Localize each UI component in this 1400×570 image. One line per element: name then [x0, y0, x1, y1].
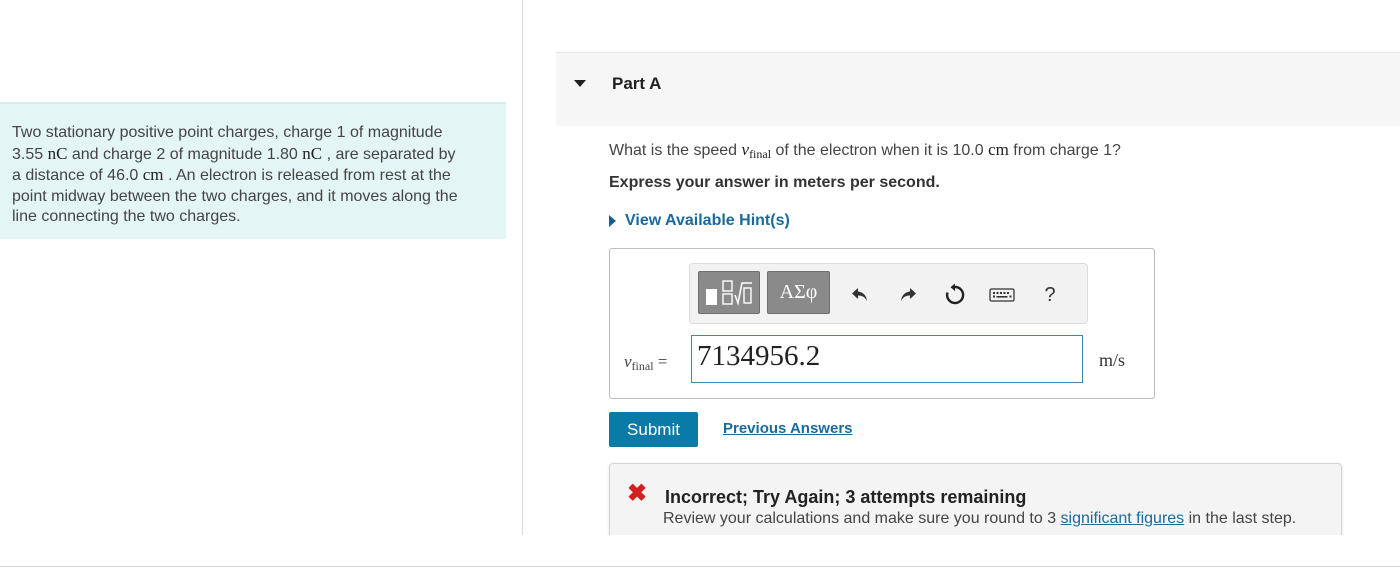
unit-nc: nC	[47, 143, 68, 163]
significant-figures-link[interactable]: significant figures	[1061, 510, 1185, 527]
help-button[interactable]: ?	[1037, 282, 1063, 308]
question-segment: What is the speed	[609, 142, 742, 159]
question-text: What is the speed vfinal of the electron…	[609, 140, 1121, 162]
unit-cm: cm	[988, 140, 1009, 159]
view-hints-link[interactable]: View Available Hint(s)	[609, 212, 790, 230]
variable-symbol: v	[624, 352, 632, 371]
error-x-icon: ✖	[627, 480, 648, 507]
problem-text: 46.0	[107, 167, 139, 184]
part-header[interactable]: Part A	[556, 52, 1400, 126]
redo-icon[interactable]	[895, 282, 921, 308]
problem-text: . An electron is released from rest at t…	[163, 167, 451, 184]
panel-divider	[522, 0, 523, 535]
unit-cm: cm	[142, 165, 164, 184]
greek-symbols-button[interactable]: ΑΣφ	[767, 271, 830, 314]
caret-right-icon	[609, 215, 616, 227]
variable-subscript: final	[631, 359, 654, 373]
problem-text: , are separated by	[322, 145, 456, 163]
submit-button[interactable]: Submit	[609, 412, 698, 447]
reset-glyph	[945, 283, 965, 305]
problem-text: and charge 2 of magnitude	[67, 145, 267, 163]
answer-box: ΑΣφ ? vfinal = 7134956.2 m/s	[609, 248, 1155, 399]
previous-answers-link[interactable]: Previous Answers	[723, 420, 853, 437]
collapse-caret-icon[interactable]	[574, 80, 586, 87]
feedback-text: Review your calculations and make sure y…	[663, 510, 1061, 527]
undo-glyph	[852, 288, 867, 301]
answer-variable-label: vfinal =	[624, 352, 667, 374]
problem-text: 1.80	[266, 145, 298, 163]
undo-icon[interactable]	[847, 282, 873, 308]
answer-unit: m/s	[1099, 350, 1126, 370]
equals-sign: =	[653, 352, 668, 371]
feedback-text: in the last step.	[1184, 510, 1297, 527]
problem-text: 3.55	[12, 145, 44, 163]
answer-input[interactable]: 7134956.2	[691, 335, 1083, 383]
problem-statement: Two stationary positive point charges, c…	[0, 102, 506, 239]
problem-text: a distance of	[12, 167, 108, 184]
templates-icon	[706, 279, 752, 306]
feedback-title: Incorrect; Try Again; 3 attempts remaini…	[665, 487, 1027, 507]
unit-nc: nC	[302, 143, 323, 163]
reset-icon[interactable]	[942, 282, 968, 308]
view-hints-label: View Available Hint(s)	[625, 212, 790, 229]
problem-text: Two stationary positive point charges, c…	[12, 124, 443, 141]
answer-instruction: Express your answer in meters per second…	[609, 174, 940, 191]
math-toolbar: ΑΣφ ?	[689, 263, 1088, 324]
page: Two stationary positive point charges, c…	[0, 0, 1400, 570]
variable-symbol: v	[741, 140, 750, 159]
bottom-divider	[0, 566, 1400, 567]
question-variable: vfinal	[741, 140, 772, 161]
problem-text: line connecting the two charges.	[12, 208, 241, 225]
keyboard-icon[interactable]	[989, 282, 1015, 308]
keyboard-glyph	[989, 288, 1015, 302]
part-title: Part A	[612, 74, 662, 93]
question-segment: from charge 1?	[1008, 142, 1121, 159]
redo-glyph	[901, 288, 916, 301]
templates-button[interactable]	[698, 271, 760, 314]
question-segment: of the electron when it is 10.0	[771, 142, 989, 159]
problem-text: point midway between the two charges, an…	[12, 187, 458, 205]
variable-subscript: final	[749, 147, 772, 161]
feedback-box: ✖ Incorrect; Try Again; 3 attempts remai…	[609, 463, 1342, 543]
feedback-message: Review your calculations and make sure y…	[663, 510, 1296, 528]
viewport-clip	[556, 535, 1400, 565]
